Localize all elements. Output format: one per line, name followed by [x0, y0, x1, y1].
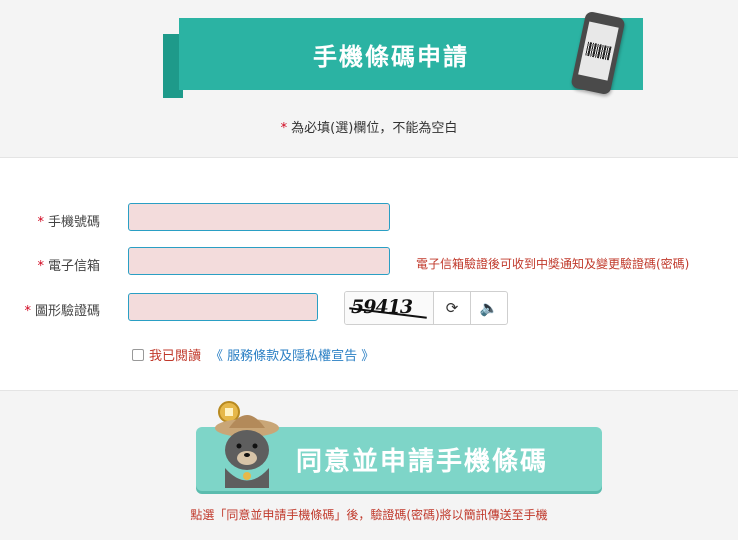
captcha-widget: 59413 ⟳ 🔈	[344, 291, 508, 325]
speaker-icon[interactable]: 🔈	[470, 292, 507, 324]
terms-link[interactable]: 《 服務條款及隱私權宣告 》	[210, 345, 374, 364]
required-note-text: 為必填(選)欄位，不能為空白	[291, 121, 458, 136]
header-banner: 手機條碼申請	[163, 10, 643, 98]
page-title: 手機條碼申請	[313, 42, 469, 71]
phone-label: * 手機號碼	[37, 215, 100, 230]
agree-row: 我已閱讀 《 服務條款及隱私權宣告 》	[132, 345, 374, 364]
required-note: * 為必填(選)欄位，不能為空白	[0, 117, 738, 136]
submit-label: 同意並申請手機條碼	[296, 446, 549, 477]
agree-checkbox[interactable]	[132, 348, 144, 361]
bear-mascot-icon	[215, 401, 279, 488]
captcha-input[interactable]	[128, 293, 318, 321]
email-label: * 電子信箱	[37, 259, 100, 274]
captcha-label: * 圖形驗證碼	[24, 304, 100, 319]
form-panel: * 手機號碼 * 電子信箱 電子信箱驗證後可收到中獎通知及變更驗證碼(密碼) * 圖形…	[0, 157, 738, 391]
refresh-icon[interactable]: ⟳	[434, 292, 470, 324]
bottom-note: 點選「同意並申請手機條碼」後，驗證碼(密碼)將以簡訊傳送至手機	[190, 508, 548, 522]
captcha-image: 59413	[345, 292, 434, 324]
email-input[interactable]	[128, 247, 390, 275]
email-hint: 電子信箱驗證後可收到中獎通知及變更驗證碼(密碼)	[416, 257, 690, 271]
required-star: *	[280, 121, 288, 136]
phone-input[interactable]	[128, 203, 390, 231]
agree-text: 我已閱讀	[149, 349, 202, 364]
